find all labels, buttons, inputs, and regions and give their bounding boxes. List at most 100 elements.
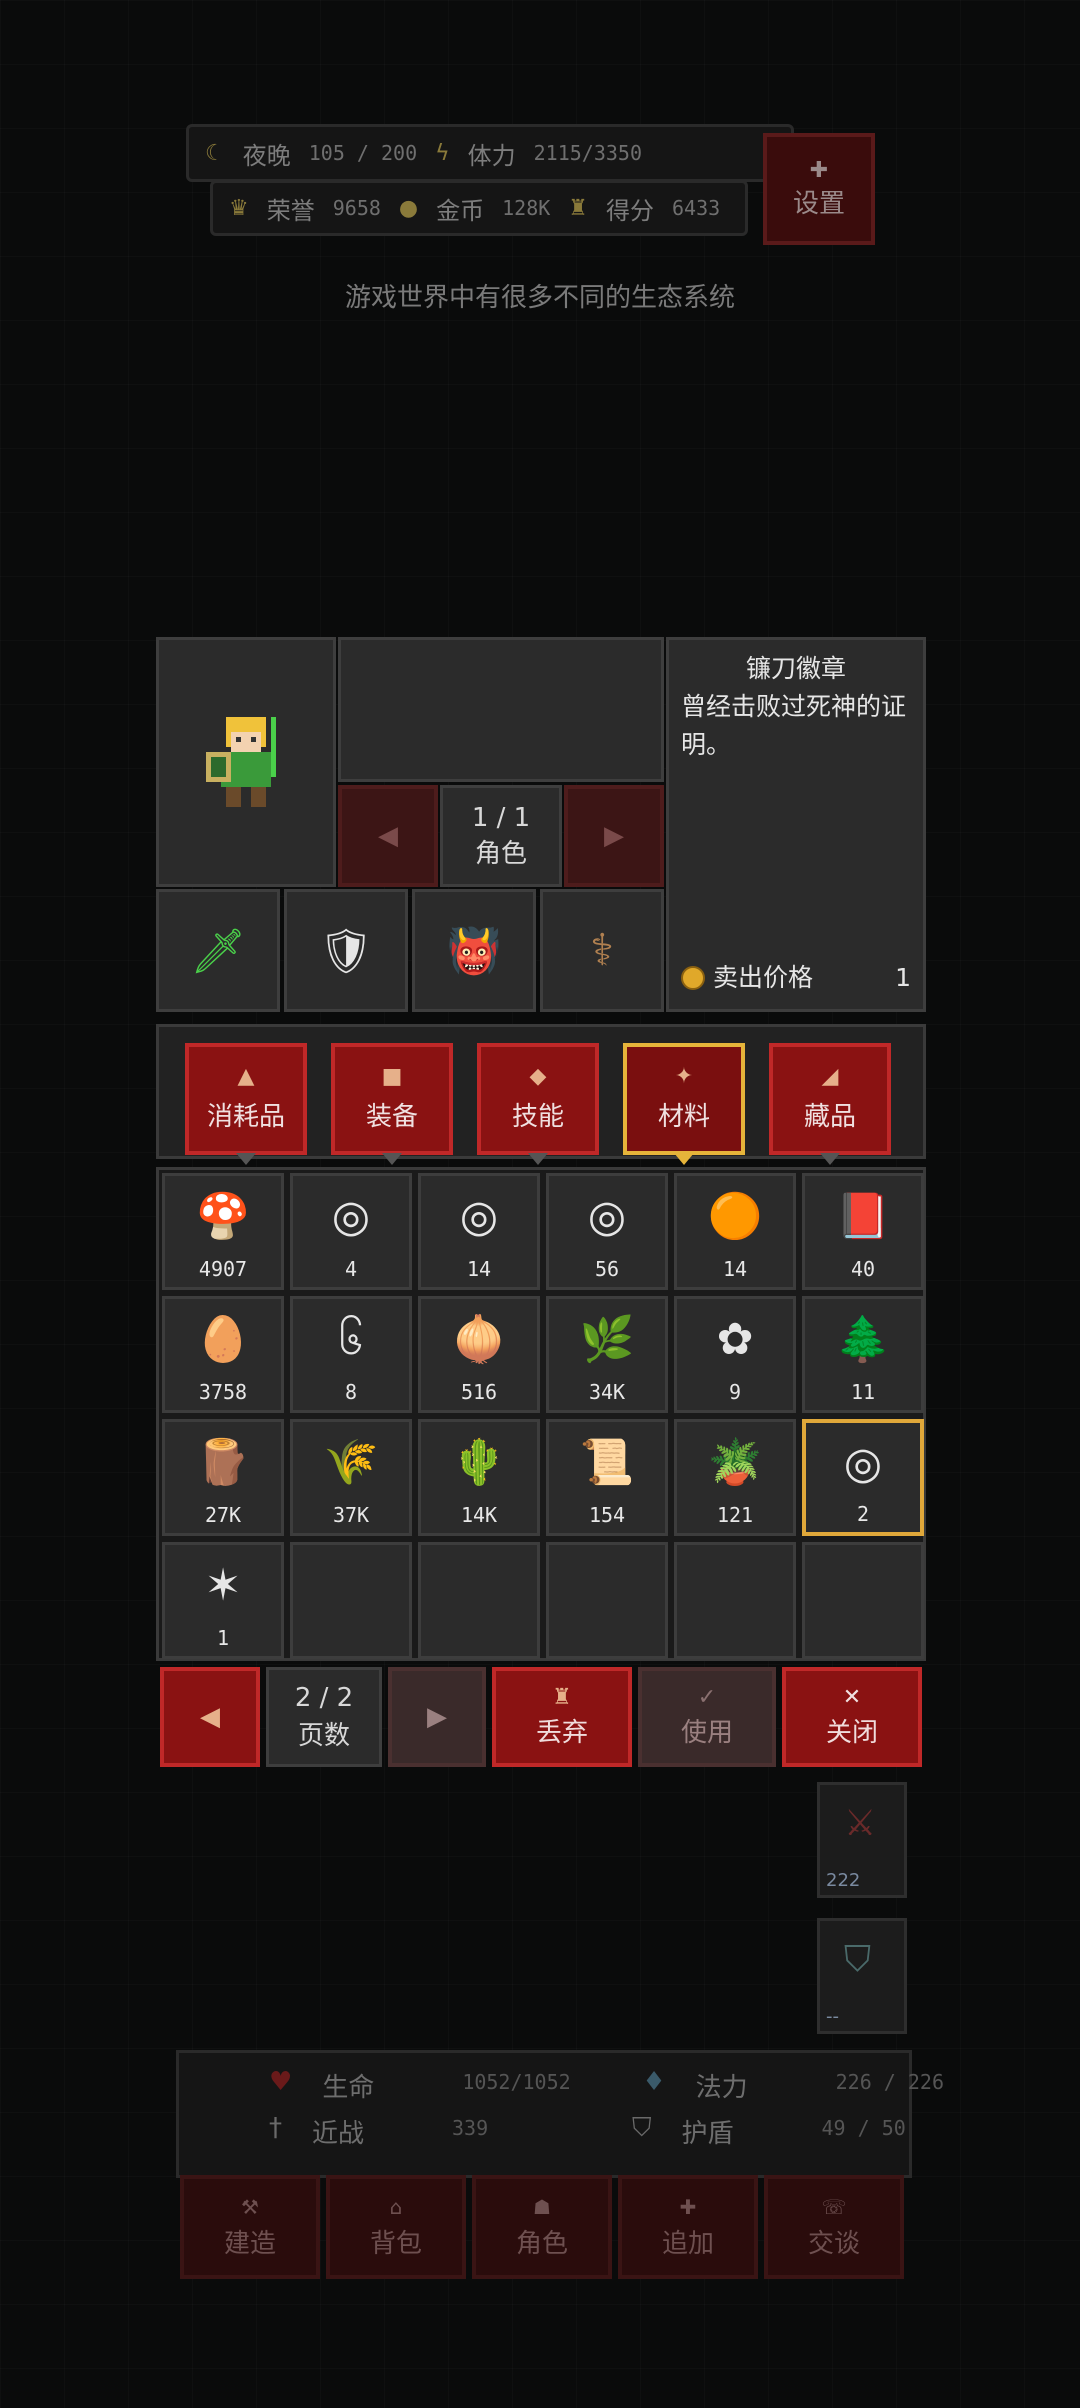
bag-icon: ⌂ <box>389 2194 403 2219</box>
heart-icon: ♥ <box>269 2067 293 2097</box>
equip-slot-cloak[interactable]: 👹 <box>412 889 536 1012</box>
close-icon: ✕ <box>842 1684 862 1710</box>
tab-label: 藏品 <box>803 1101 856 1132</box>
skill-slot-sword[interactable]: ⚔ 222 <box>817 1782 907 1898</box>
honor-value: 9658 <box>332 196 381 220</box>
character-portrait[interactable] <box>156 637 336 887</box>
item-count: 516 <box>460 1380 498 1404</box>
coin-icon: ● <box>398 195 419 221</box>
trash-icon: ♜ <box>552 1684 572 1710</box>
skill-slot-shield[interactable]: ⛉ -- <box>817 1918 907 2034</box>
inventory-slot[interactable]: 🌵 14K <box>418 1419 540 1536</box>
check-icon: ✓ <box>697 1684 717 1710</box>
arrow-left-icon: ◀ <box>378 821 398 851</box>
inventory-slot[interactable]: ◎ 14 <box>418 1173 540 1290</box>
score-value: 6433 <box>672 196 721 220</box>
tab-collectibles[interactable]: ◢ 藏品 <box>769 1043 891 1165</box>
tab-equipment[interactable]: ■ 装备 <box>331 1043 453 1165</box>
tab-consumables[interactable]: ▲ 消耗品 <box>185 1043 307 1165</box>
menu-label: 角色 <box>515 2228 568 2259</box>
inventory-slot[interactable] <box>418 1542 540 1659</box>
inventory-slot[interactable]: 🟠 14 <box>674 1173 796 1290</box>
menu-backpack-button[interactable]: ⌂ 背包 <box>326 2175 466 2279</box>
inventory-slot[interactable]: 🥚 3758 <box>162 1296 284 1413</box>
trophy-icon: ♜ <box>568 195 589 221</box>
inventory-slot[interactable] <box>802 1542 924 1659</box>
gold-value: 128K <box>502 196 551 220</box>
inventory-slot[interactable] <box>290 1542 412 1659</box>
amber-icon: 🟠 <box>707 1191 763 1242</box>
item-count: 8 <box>344 1380 358 1404</box>
menu-character-button[interactable]: ☗ 角色 <box>472 2175 612 2279</box>
melee-icon: † <box>269 2113 282 2143</box>
character-prev-button[interactable]: ◀ <box>338 785 438 887</box>
menu-extra-button[interactable]: ✚ 追加 <box>618 2175 758 2279</box>
inventory-slot[interactable]: 🪵 27K <box>162 1419 284 1536</box>
goblin-cloak-icon: 👹 <box>446 925 502 977</box>
character-page-indicator: 1 / 1 角色 <box>440 785 562 887</box>
wrench-icon: ✚ <box>809 158 829 183</box>
close-button[interactable]: ✕ 关闭 <box>782 1667 922 1767</box>
inventory-slot[interactable]: ✿ 9 <box>674 1296 796 1413</box>
leather-icon: ✶ <box>204 1560 242 1611</box>
inventory-slot[interactable]: ◎ 2 <box>802 1419 924 1536</box>
shield-icon: ⛉ <box>844 1939 872 1980</box>
inventory-slot[interactable]: 🍄 4907 <box>162 1173 284 1290</box>
inventory-slot[interactable]: 🌿 34K <box>546 1296 668 1413</box>
inventory-slot[interactable]: ◎ 56 <box>546 1173 668 1290</box>
menu-talk-button[interactable]: ☏ 交谈 <box>764 2175 904 2279</box>
equip-slot-weapon[interactable]: 🗡 <box>156 889 280 1012</box>
menu-label: 背包 <box>369 2228 422 2259</box>
inventory-slot[interactable]: ◎ 4 <box>290 1173 412 1290</box>
skill-count: 222 <box>826 1870 861 1891</box>
pine-tree-icon: 🌲 <box>835 1314 891 1365</box>
flower-icon: ✿ <box>716 1314 754 1365</box>
scythe-icon: ⚕ <box>590 925 614 976</box>
inventory-slot[interactable]: 🪴 121 <box>674 1419 796 1536</box>
inventory-slot[interactable]: 🧅 516 <box>418 1296 540 1413</box>
mushroom-icon: 🍄 <box>195 1191 251 1242</box>
shield-label: 护盾 <box>681 2119 734 2149</box>
category-tab-bar: ▲ 消耗品 ■ 装备 ◆ 技能 ✦ 材料 ◢ 藏品 <box>156 1024 926 1165</box>
tab-materials[interactable]: ✦ 材料 <box>623 1043 745 1165</box>
sell-price-label: 卖出价格 <box>713 963 814 992</box>
inventory-slot[interactable]: ၆8 <box>290 1296 412 1413</box>
item-count: 2 <box>856 1502 870 1526</box>
equip-slot-armor[interactable]: 🛡 <box>284 889 408 1012</box>
menu-build-button[interactable]: ⚒ 建造 <box>180 2175 320 2279</box>
inventory-slot[interactable]: 🌲 11 <box>802 1296 924 1413</box>
scroll-icon: 📜 <box>579 1437 635 1488</box>
shield-value: 49 / 50 <box>821 2116 906 2140</box>
page-prev-button[interactable]: ◀ <box>160 1667 260 1767</box>
settings-button[interactable]: ✚ 设置 <box>763 133 875 245</box>
orange-badge-icon: ◎ <box>331 1191 371 1242</box>
inventory-slot[interactable] <box>674 1542 796 1659</box>
page-next-button[interactable]: ▶ <box>388 1667 486 1767</box>
coin-icon <box>681 966 705 990</box>
inventory-slot[interactable]: 📜 154 <box>546 1419 668 1536</box>
inventory-slot[interactable]: 🌾 37K <box>290 1419 412 1536</box>
tab-skills[interactable]: ◆ 技能 <box>477 1043 599 1165</box>
speech-icon: ☏ <box>821 2194 847 2219</box>
hud-resource-row-1: ☾ 夜晚 105 / 200 ϟ 体力 2115/3350 <box>186 124 794 182</box>
leaf-icon: ◢ <box>821 1063 839 1089</box>
close-label: 关闭 <box>825 1717 878 1748</box>
discard-button[interactable]: ♜ 丢弃 <box>492 1667 632 1767</box>
hud-resource-row-2: ♛ 荣誉 9658 ● 金币 128K ♜ 得分 6433 <box>210 180 748 236</box>
use-label: 使用 <box>680 1717 733 1748</box>
inventory-slot[interactable]: ✶ 1 <box>162 1542 284 1659</box>
arrow-left-icon: ◀ <box>200 1702 220 1732</box>
cactus-icon: 🌵 <box>451 1437 507 1488</box>
gold-label: 金币 <box>436 196 485 225</box>
character-page-label: 角色 <box>474 839 527 869</box>
item-count: 34K <box>588 1380 626 1404</box>
character-next-button[interactable]: ▶ <box>564 785 664 887</box>
clay-pot-icon: 🪴 <box>707 1437 763 1488</box>
inventory-slot[interactable]: 📕 40 <box>802 1173 924 1290</box>
use-button[interactable]: ✓ 使用 <box>638 1667 776 1767</box>
equip-slot-accessory[interactable]: ⚕ <box>540 889 664 1012</box>
night-label: 夜晚 <box>242 141 291 170</box>
shield-icon: ■ <box>381 1063 403 1089</box>
tab-label: 装备 <box>365 1101 418 1132</box>
inventory-slot[interactable] <box>546 1542 668 1659</box>
